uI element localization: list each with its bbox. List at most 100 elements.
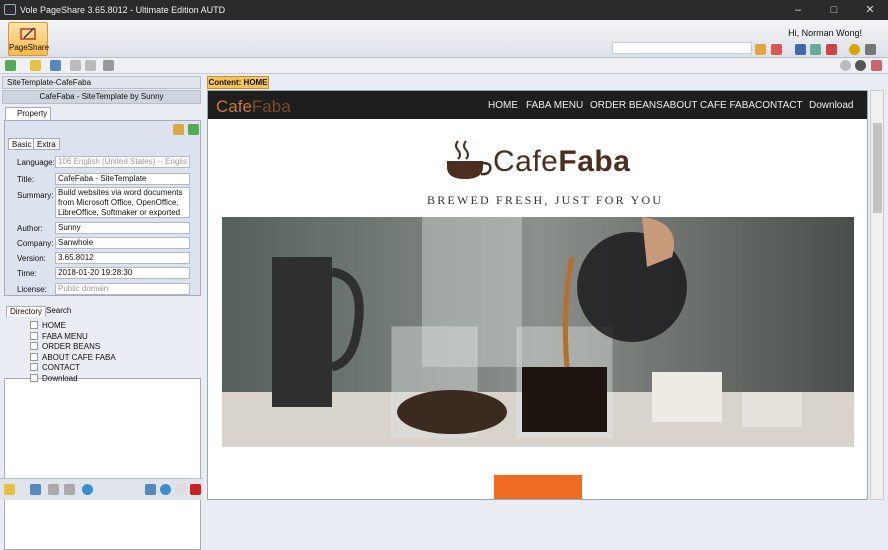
tab-directory[interactable]: Directory <box>6 306 47 317</box>
tree-node-icon <box>30 321 38 329</box>
site-tagline: BREWED FRESH, JUST FOR YOU <box>427 193 664 207</box>
nav-home[interactable]: HOME <box>488 100 518 111</box>
site-title: CafeFaba - SiteTemplate by Sunny <box>2 90 201 104</box>
users-icon[interactable] <box>810 44 821 55</box>
edit-properties-icon[interactable] <box>173 124 184 135</box>
ribbon: PageShare Hi, Norman Wong! <box>0 20 888 58</box>
search-field[interactable] <box>612 42 752 54</box>
tab-extra[interactable]: Extra <box>33 138 60 150</box>
vertical-scrollbar[interactable] <box>870 90 884 500</box>
nav-faba-menu[interactable]: FABA MENU <box>526 100 583 111</box>
scrollbar-thumb[interactable] <box>873 123 882 213</box>
back-icon[interactable] <box>70 60 81 71</box>
settings-icon[interactable] <box>865 44 876 55</box>
nav-contact[interactable]: CONTACT <box>755 100 803 111</box>
company-label: Company: <box>17 239 54 248</box>
coffee-photo <box>222 217 854 447</box>
folder-icon[interactable] <box>30 60 41 71</box>
toolbar <box>0 58 888 74</box>
site-header: SiteTemplate-CafeFaba <box>2 76 201 89</box>
license-select[interactable]: Public domain <box>55 283 190 295</box>
logo-part-b: Faba <box>558 145 631 178</box>
company-field[interactable]: Sanwhole <box>55 237 190 249</box>
minimize-icon[interactable]: – <box>780 0 816 20</box>
brand-part-b: Faba <box>251 97 291 116</box>
home-icon[interactable] <box>4 484 15 495</box>
text-icon[interactable] <box>190 484 201 495</box>
tree-item-order-beans[interactable]: ORDER BEANS <box>42 342 100 351</box>
calendar-icon[interactable] <box>30 484 41 495</box>
title-bar: Vole PageShare 3.65.8012 - Ultimate Edit… <box>0 0 888 20</box>
pageshare-label: PageShare <box>9 43 50 52</box>
site-brand[interactable]: CafeFaba <box>216 97 291 117</box>
status-bar <box>0 478 203 500</box>
link-icon[interactable] <box>50 60 61 71</box>
order-button[interactable] <box>494 475 582 499</box>
share-icon[interactable] <box>755 44 766 55</box>
tree-item-faba-menu[interactable]: FABA MENU <box>42 332 88 341</box>
tree-node-icon <box>30 374 38 382</box>
refresh-icon[interactable] <box>188 124 199 135</box>
tree-item-contact[interactable]: CONTACT <box>42 363 80 372</box>
vrc-icon[interactable] <box>48 484 59 495</box>
globe-icon[interactable] <box>160 484 171 495</box>
save-icon[interactable] <box>145 484 156 495</box>
summary-field[interactable]: Build websites via word documents from M… <box>55 187 190 218</box>
pageshare-button[interactable]: PageShare <box>8 22 50 56</box>
version-label: Version: <box>17 254 46 263</box>
tree-item-download[interactable]: Download <box>42 374 78 383</box>
time-label: Time: <box>17 269 37 278</box>
tab-content-home[interactable]: Content: HOME <box>207 76 269 89</box>
content-area: Content: HOME CafeFaba HOME FABA MENU OR… <box>205 74 888 500</box>
hero-image <box>222 217 854 447</box>
tab-basic[interactable]: Basic <box>8 138 36 150</box>
user-icon[interactable] <box>849 44 860 55</box>
chart-icon[interactable] <box>5 60 16 71</box>
tree-node-icon <box>30 332 38 340</box>
time-field[interactable]: 2018-01-20 19:28:30 <box>55 267 190 279</box>
directory-panel <box>4 378 201 550</box>
office-icon[interactable] <box>871 60 882 71</box>
close-icon[interactable]: ✕ <box>852 0 888 20</box>
brand-part-a: Cafe <box>216 97 252 116</box>
browser-icon[interactable] <box>82 484 93 495</box>
web-preview: CafeFaba HOME FABA MENU ORDER BEANS ABOU… <box>207 90 868 500</box>
mail-icon[interactable] <box>795 44 806 55</box>
tree-item-home[interactable]: HOME <box>42 321 66 330</box>
nav-back-icon[interactable] <box>840 60 851 71</box>
tree-node-icon <box>30 342 38 350</box>
nav-order-beans[interactable]: ORDER BEANS <box>590 100 663 111</box>
coffee-cup-logo-icon <box>447 140 492 179</box>
site-logo-text: CafeFaba <box>493 145 630 179</box>
left-pane: SiteTemplate-CafeFaba CafeFaba - SiteTem… <box>0 74 203 550</box>
title-field[interactable]: CafeFaba - SiteTemplate <box>55 173 190 185</box>
edit-icon[interactable] <box>771 44 782 55</box>
author-field[interactable]: Sunny <box>55 222 190 234</box>
logo-part-a: Cafe <box>493 145 559 178</box>
nav-download[interactable]: Download <box>809 100 853 111</box>
doc-icon[interactable] <box>64 484 75 495</box>
tab-property[interactable]: Property <box>5 107 51 120</box>
license-label: License: <box>17 285 47 294</box>
tree-node-icon <box>30 353 38 361</box>
greeting-text: Hi, Norman Wong! <box>788 28 862 38</box>
forward-icon[interactable] <box>85 60 96 71</box>
site-navbar: CafeFaba HOME FABA MENU ORDER BEANS ABOU… <box>208 91 867 119</box>
tree-node-icon <box>30 363 38 371</box>
heart-icon[interactable] <box>826 44 837 55</box>
nav-forward-icon[interactable] <box>855 60 866 71</box>
language-label: Language: <box>17 158 55 167</box>
author-label: Author: <box>17 224 43 233</box>
print-icon[interactable] <box>103 60 114 71</box>
version-field[interactable]: 3.65.8012 <box>55 252 190 264</box>
window-title: Vole PageShare 3.65.8012 - Ultimate Edit… <box>20 5 226 15</box>
nav-about[interactable]: ABOUT CAFE FABA <box>663 100 755 111</box>
maximize-icon[interactable]: □ <box>816 0 852 20</box>
page-icon[interactable] <box>175 484 186 495</box>
language-select[interactable]: 106 English (United States) -- Englis <box>55 156 190 168</box>
tree-item-about[interactable]: ABOUT CAFE FABA <box>42 353 116 362</box>
summary-label: Summary: <box>17 191 54 200</box>
tab-search[interactable]: Search <box>43 306 74 317</box>
pencil-icon <box>20 27 36 40</box>
title-label: Title: <box>17 175 35 184</box>
